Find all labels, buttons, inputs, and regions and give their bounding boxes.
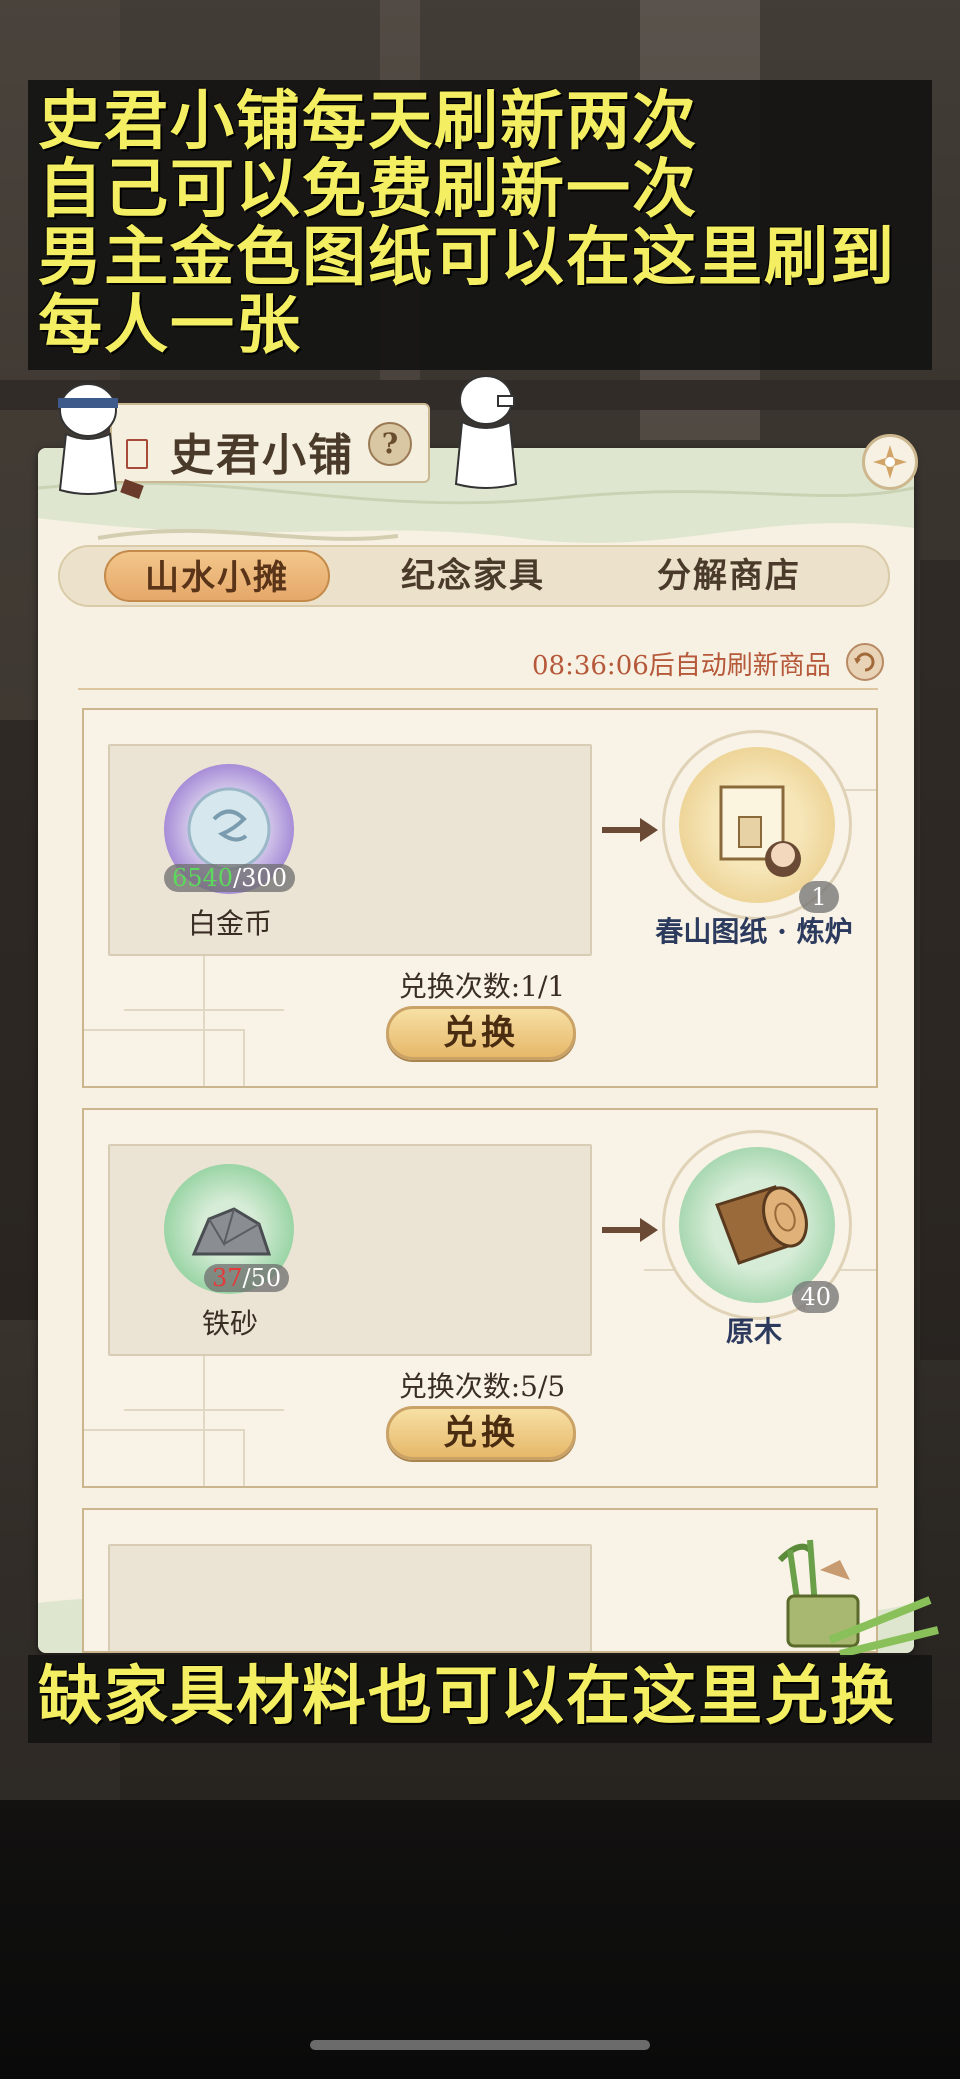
cost-item-name: 白金币 <box>187 907 272 940</box>
caption-bottom: 缺家具材料也可以在这里兑换 <box>28 1655 932 1743</box>
shop-item-card <box>82 1508 878 1653</box>
reward-item-name: 原木 <box>725 1315 782 1348</box>
exchange-button[interactable]: 兑换 <box>386 1406 576 1460</box>
caption-line-2: 自己可以免费刷新一次 <box>38 153 698 227</box>
cost-count: 37/50 <box>204 1264 290 1292</box>
help-button[interactable]: ? <box>368 422 412 466</box>
divider <box>78 688 878 690</box>
close-button[interactable] <box>862 434 918 490</box>
reward-count: 40 <box>792 1281 839 1313</box>
cost-count: 6540/300 <box>164 864 295 892</box>
caption-line-3: 男主金色图纸可以在这里刷到 <box>38 221 896 295</box>
cost-item-name: 铁砂 <box>201 1307 258 1340</box>
cost-need: /300 <box>233 864 287 892</box>
reward-item-name: 春山图纸 · 炼炉 <box>655 915 853 948</box>
exchange-button[interactable]: 兑换 <box>386 1006 576 1060</box>
cost-need: /50 <box>242 1264 282 1292</box>
home-indicator[interactable] <box>310 2040 650 2050</box>
blueprint-icon <box>679 747 835 903</box>
character-right-icon <box>454 375 518 489</box>
log-icon <box>679 1147 835 1303</box>
cost-box: 37/50 铁砂 <box>108 1144 592 1356</box>
shop-item-card: 37/50 铁砂 40 原木 兑换次数:5/5 兑换 <box>82 1108 878 1488</box>
exchange-times: 兑换次数:1/1 <box>398 970 566 1003</box>
tab-shanshui[interactable]: 山水小摊 <box>104 550 330 602</box>
caption-line-1: 史君小铺每天刷新两次 <box>38 85 698 159</box>
refresh-button[interactable] <box>846 643 884 681</box>
refresh-icon <box>854 652 875 672</box>
exchange-times: 兑换次数:5/5 <box>398 1370 566 1403</box>
bamboo-basket-icon <box>777 1539 939 1658</box>
shop-title-plaque: 史君小铺 ? <box>110 403 430 483</box>
tab-fenjie[interactable]: 分解商店 <box>616 550 842 602</box>
cost-have: 6540 <box>172 864 234 892</box>
reward-count: 1 <box>799 881 839 913</box>
page-title: 史君小铺 <box>170 430 354 481</box>
cost-box: 6540/300 白金币 <box>108 744 592 956</box>
arrow-right-icon <box>602 1218 658 1242</box>
arrow-right-icon <box>602 818 658 842</box>
reward-slot[interactable]: 1 <box>662 730 852 920</box>
cost-box <box>108 1544 592 1651</box>
reward-slot[interactable]: 40 <box>662 1130 852 1320</box>
shop-item-card: 6540/300 白金币 1 春山图纸 · 炼炉 兑换次数:1/1 兑换 <box>82 708 878 1088</box>
character-left-icon <box>58 383 144 499</box>
refresh-timer: 08:36:06后自动刷新商品 <box>532 651 831 681</box>
cost-have: 37 <box>212 1264 243 1292</box>
close-icon <box>873 445 907 479</box>
caption-line-4: 每人一张 <box>38 289 302 363</box>
tab-jinian[interactable]: 纪念家具 <box>360 550 586 602</box>
caption-top: 史君小铺每天刷新两次 自己可以免费刷新一次 男主金色图纸可以在这里刷到 每人一张 <box>28 80 932 370</box>
tab-bar: 山水小摊 纪念家具 分解商店 <box>58 545 890 607</box>
